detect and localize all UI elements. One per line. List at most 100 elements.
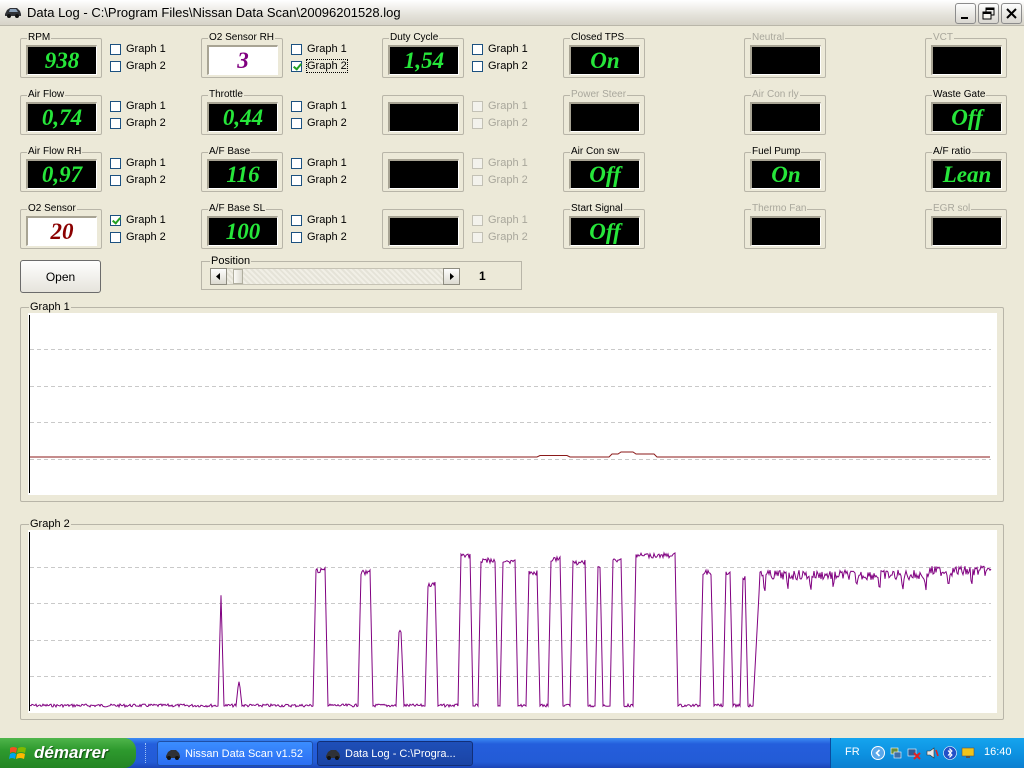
taskbar-item-nissan-data-scan[interactable]: Nissan Data Scan v1.52 [157, 741, 313, 766]
graph2-label: Graph 2 [29, 518, 71, 530]
graph1-checkbox-throttle[interactable]: Graph 1 [291, 100, 347, 114]
graph2-checkbox-rpm[interactable]: Graph 2 [110, 60, 166, 74]
channel-value-display: 100 [207, 216, 278, 246]
checkbox-box[interactable] [291, 214, 302, 226]
graph2-checkbox-duty-cycle[interactable]: Graph 2 [472, 60, 528, 74]
checkbox-box[interactable] [110, 214, 121, 226]
checkbox-box[interactable] [291, 231, 302, 243]
close-button[interactable] [1001, 3, 1022, 24]
checkbox-label: Graph 2 [488, 117, 528, 130]
checkbox-box[interactable] [472, 43, 483, 55]
chevron-left-icon[interactable] [871, 746, 885, 760]
graph2-checkbox-air-flow[interactable]: Graph 2 [110, 117, 166, 131]
checkbox-box[interactable] [110, 60, 121, 72]
channel-value-display: 0,74 [26, 102, 97, 132]
status-air-con-sw: Air Con sw Off [563, 146, 645, 192]
taskbar-item-data-log[interactable]: Data Log - C:\Progra... [317, 741, 473, 766]
channel-value-display: 938 [26, 45, 97, 75]
checkbox-box[interactable] [110, 117, 121, 129]
graph2-checkbox-af-base[interactable]: Graph 2 [291, 174, 347, 188]
checkbox-box[interactable] [291, 174, 302, 186]
network-icon[interactable] [889, 746, 903, 760]
title-bar[interactable]: Data Log - C:\Program Files\Nissan Data … [0, 0, 1024, 26]
checkbox-label: Graph 1 [307, 43, 347, 56]
checkbox-box[interactable] [110, 174, 121, 186]
graph1-canvas [29, 315, 991, 493]
checkbox-label: Graph 1 [307, 214, 347, 227]
checkbox-box[interactable] [291, 60, 302, 72]
graph1-checkbox-o2-sensor-rh[interactable]: Graph 1 [291, 43, 347, 57]
language-indicator[interactable]: FR [845, 746, 860, 758]
monitor-icon[interactable] [961, 746, 975, 760]
status-label: EGR sol [932, 203, 972, 215]
scroll-left-button[interactable] [210, 268, 227, 285]
minimize-button[interactable] [955, 3, 976, 24]
checkbox-box[interactable] [110, 157, 121, 169]
scroll-thumb[interactable] [233, 269, 244, 284]
checkbox-box[interactable] [472, 60, 483, 72]
close-icon [1006, 8, 1017, 19]
car-icon [5, 8, 21, 18]
checkbox-box [472, 100, 483, 112]
checkbox-label: Graph 2 [488, 174, 528, 187]
channel-label: O2 Sensor RH [208, 32, 276, 44]
graph2-group: Graph 2 [20, 518, 1004, 720]
checkbox-box[interactable] [291, 43, 302, 55]
graph2-checkbox-throttle[interactable]: Graph 2 [291, 117, 347, 131]
graph1-checkbox-air-flow-rh[interactable]: Graph 1 [110, 157, 166, 171]
checkbox-label: Graph 1 [488, 157, 528, 170]
maximize-button[interactable] [978, 3, 999, 24]
status-label: Thermo Fan [751, 203, 808, 215]
start-button[interactable]: démarrer [0, 738, 136, 768]
checkbox-box[interactable] [291, 100, 302, 112]
status-air-con-rly: Air Con rly [744, 89, 826, 135]
graph2-checkbox-blank-4: Graph 2 [472, 231, 528, 245]
checkbox-label: Graph 1 [126, 157, 166, 170]
graph1-checkbox-rpm[interactable]: Graph 1 [110, 43, 166, 57]
channel-air-flow-rh: Air Flow RH 0,97 [20, 146, 102, 192]
checkbox-label: Graph 2 [126, 231, 166, 244]
arrow-left-icon [216, 273, 220, 280]
checkbox-label: Graph 2 [126, 174, 166, 187]
checkbox-label: Graph 1 [126, 100, 166, 113]
minimize-icon [961, 17, 968, 19]
channel-label: A/F Base SL [208, 203, 267, 215]
checkbox-label: Graph 1 [126, 43, 166, 56]
clock[interactable]: 16:40 [984, 746, 1012, 758]
scroll-right-button[interactable] [443, 268, 460, 285]
graph2-checkbox-o2-sensor-rh[interactable]: Graph 2 [291, 59, 348, 74]
channel-value-display: 0,97 [26, 159, 97, 189]
status-value-display: Off [569, 216, 640, 246]
position-scrollbar[interactable] [210, 268, 460, 285]
checkbox-label: Graph 1 [488, 100, 528, 113]
graph1-checkbox-o2-sensor[interactable]: Graph 1 [110, 214, 166, 228]
checkbox-box[interactable] [291, 117, 302, 129]
bluetooth-icon[interactable] [943, 746, 957, 760]
checkbox-box[interactable] [110, 100, 121, 112]
channel-value-display [388, 159, 459, 189]
graph2-trace [29, 551, 992, 709]
graph1-checkbox-duty-cycle[interactable]: Graph 1 [472, 43, 528, 57]
graph2-checkbox-o2-sensor[interactable]: Graph 2 [110, 231, 166, 245]
channel-label: Duty Cycle [389, 32, 440, 44]
status-value-display: On [750, 159, 821, 189]
channel-rpm: RPM 938 [20, 32, 102, 78]
graph1-checkbox-af-base[interactable]: Graph 1 [291, 157, 347, 171]
open-button[interactable]: Open [20, 260, 101, 293]
checkbox-label: Graph 1 [126, 214, 166, 227]
graph2-checkbox-af-base-sl[interactable]: Graph 2 [291, 231, 347, 245]
checkbox-box[interactable] [110, 43, 121, 55]
graph1-checkbox-air-flow[interactable]: Graph 1 [110, 100, 166, 114]
graph1-checkbox-af-base-sl[interactable]: Graph 1 [291, 214, 347, 228]
graph2-canvas [29, 532, 992, 711]
status-label: Air Con sw [570, 146, 621, 158]
speaker-icon[interactable] [925, 746, 939, 760]
graph2-checkbox-blank-3: Graph 2 [472, 174, 528, 188]
checkbox-box[interactable] [291, 157, 302, 169]
graph2-checkbox-air-flow-rh[interactable]: Graph 2 [110, 174, 166, 188]
taskbar-grip [145, 743, 148, 763]
checkbox-label: Graph 1 [307, 100, 347, 113]
status-label: Air Con rly [751, 89, 800, 101]
checkbox-box[interactable] [110, 231, 121, 243]
network-disconnected-icon[interactable] [907, 746, 921, 760]
